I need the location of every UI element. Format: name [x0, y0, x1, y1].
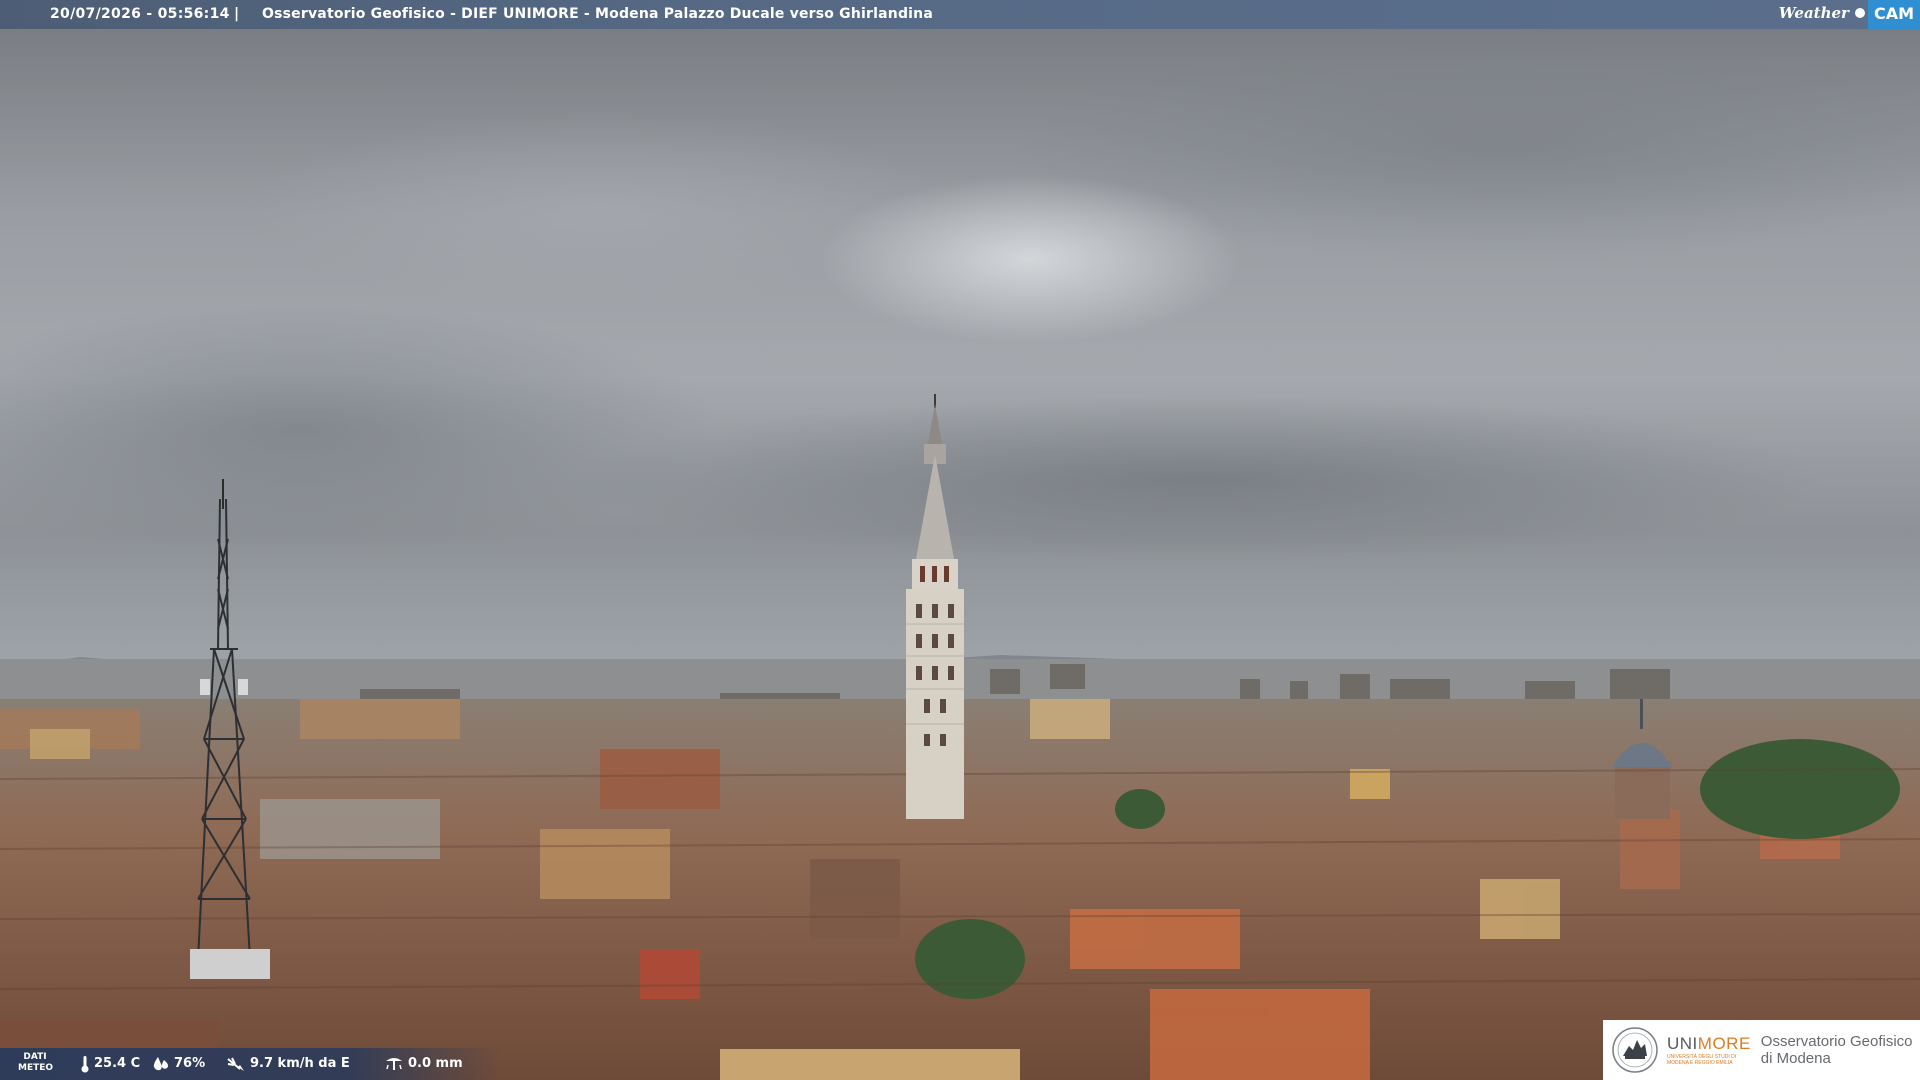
humidity-drop-icon — [153, 1057, 168, 1071]
wind-icon — [227, 1057, 244, 1071]
brand-dot-icon — [1854, 8, 1865, 18]
brand-weather-text: Weather — [1778, 3, 1849, 22]
camera-title: Osservatorio Geofisico - DIEF UNIMORE - … — [262, 6, 933, 22]
temperature-value: 25.4 C — [94, 1056, 141, 1071]
header-separator: | — [234, 6, 240, 22]
ghirlandina-tower — [906, 394, 964, 819]
temperature-reading: 25.4 C — [80, 1048, 140, 1080]
unimore-logo-box: UNIMORE UNIVERSITÀ DEGLI STUDI DI MODENA… — [1603, 1020, 1920, 1080]
rain-gauge-icon — [386, 1058, 402, 1070]
antenna-mast — [190, 479, 270, 979]
meteo-section-label: DATI METEO — [18, 1052, 54, 1073]
observatory-name: Osservatorio Geofisico di Modena — [1760, 1033, 1913, 1067]
humidity-reading: 76% — [152, 1048, 205, 1080]
university-seal-icon — [1612, 1027, 1658, 1073]
wind-reading: 9.7 km/h da E — [226, 1048, 350, 1080]
rain-reading: 0.0 mm — [384, 1048, 463, 1080]
weathercam-logo: Weather CAM — [1778, 0, 1920, 30]
wind-value: 9.7 km/h da E — [250, 1056, 350, 1071]
thermometer-icon — [81, 1056, 89, 1073]
weather-data-strip: DATI METEO 25.4 C 76% 9.7 km/h da E 0.0 … — [0, 1048, 500, 1080]
rain-value: 0.0 mm — [408, 1056, 463, 1071]
brand-cam-text: CAM — [1867, 0, 1920, 30]
capture-datetime: 20/07/2026 - 05:56:14 — [50, 6, 230, 22]
top-info-bar: 20/07/2026 - 05:56:14 | Osservatorio Geo… — [0, 0, 1920, 30]
webcam-image — [0, 29, 1920, 1080]
unimore-wordmark: UNIMORE UNIVERSITÀ DEGLI STUDI DI MODENA… — [1667, 1034, 1751, 1066]
humidity-value: 76% — [174, 1056, 206, 1071]
webcam-view: 20/07/2026 - 05:56:14 | Osservatorio Geo… — [0, 0, 1920, 1080]
